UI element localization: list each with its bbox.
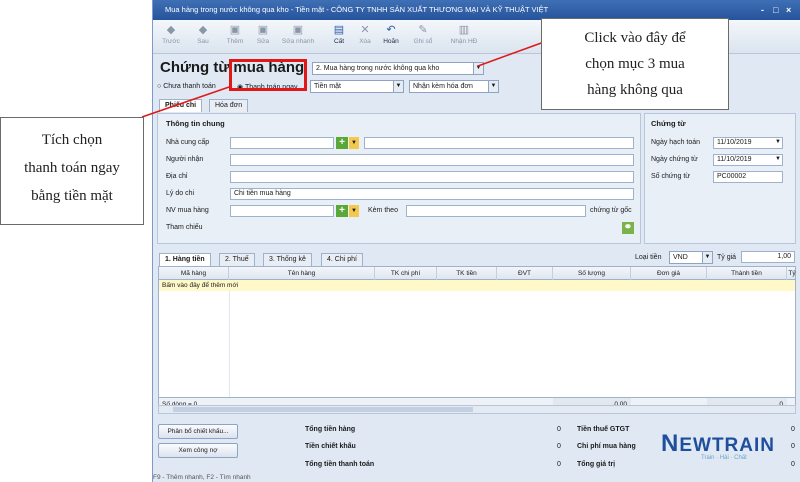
callout-right-line1: Click vào đây để (584, 30, 686, 46)
callout-left-line2: thanh toán ngay (24, 160, 120, 176)
callout-right-line2: chọn mục 3 mua (585, 56, 685, 72)
callout-left-line1: Tích chọn (41, 132, 103, 148)
arrow-right-line (477, 41, 545, 67)
callout-left-line3: bằng tiền mặt (31, 188, 113, 204)
arrow-left-line (141, 85, 233, 118)
callout-right: Click vào đây để chọn mục 3 mua hàng khô… (541, 18, 729, 110)
callout-right-line3: hàng không qua (587, 82, 683, 98)
callout-left: Tích chọn thanh toán ngay bằng tiền mặt (0, 117, 144, 225)
